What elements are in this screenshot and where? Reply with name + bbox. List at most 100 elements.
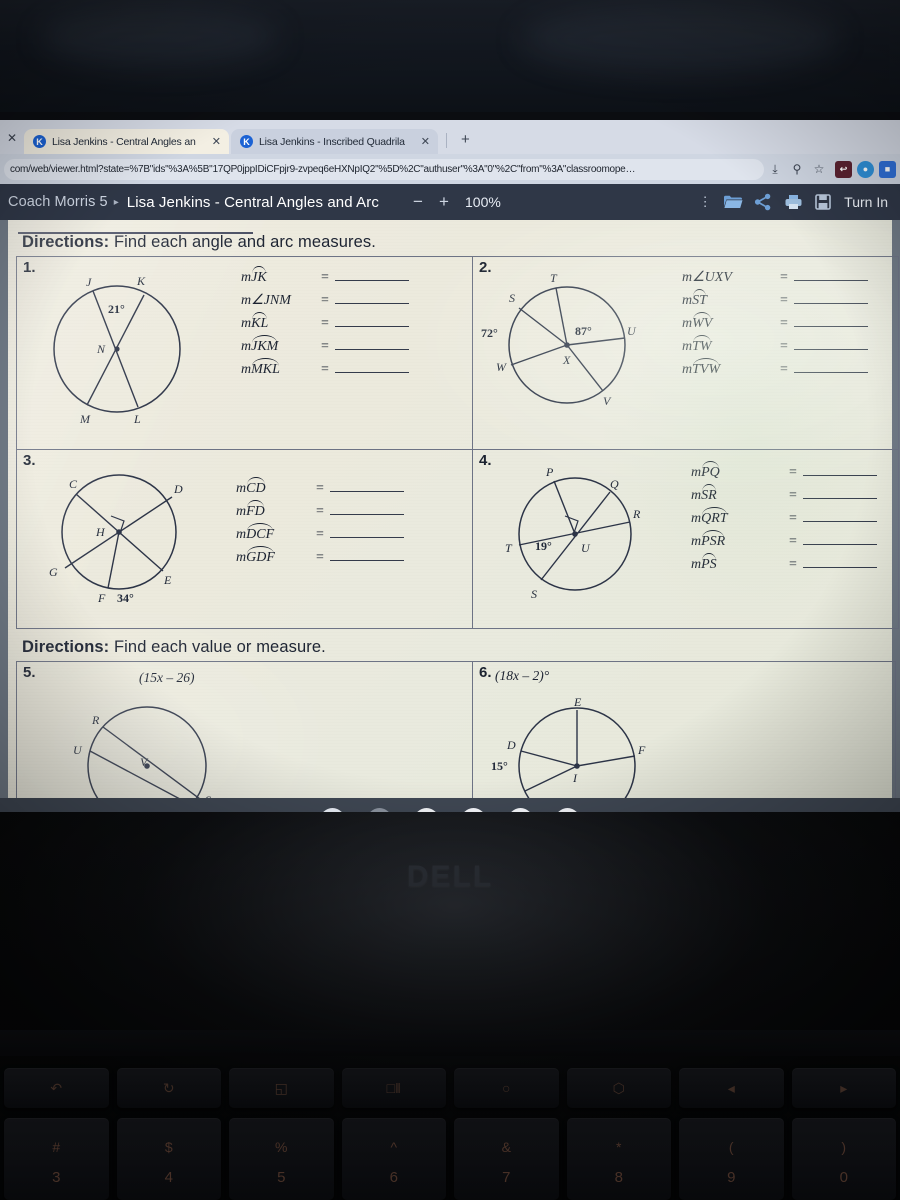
kami-favicon-1: K: [33, 135, 46, 148]
answer-row[interactable]: m WV =: [682, 312, 898, 332]
answer-row[interactable]: m PS =: [691, 553, 898, 573]
key-4[interactable]: $4: [116, 1118, 221, 1200]
answer-row[interactable]: m KL =: [241, 312, 472, 332]
key-7[interactable]: & 7: [454, 1118, 559, 1200]
problem-1-cell[interactable]: 1. J K N M L 21° m JK = m∠JNM = m KL = m…: [16, 256, 473, 450]
key-3[interactable]: #3: [4, 1118, 109, 1200]
answer-label-prefix: m: [241, 316, 252, 331]
problem-5-cell[interactable]: 5. (15x – 26) R U V: [16, 661, 473, 798]
key-back[interactable]: ↶: [4, 1068, 109, 1108]
answer-row[interactable]: m FD =: [236, 500, 472, 520]
save-icon[interactable]: [808, 190, 838, 214]
new-tab-button[interactable]: +: [449, 131, 470, 154]
answer-blank[interactable]: [335, 359, 409, 373]
answer-row[interactable]: m DCF =: [236, 523, 472, 543]
download-icon[interactable]: ⤓: [764, 162, 786, 177]
answer-blank[interactable]: [803, 508, 877, 522]
browser-tab-1[interactable]: K Lisa Jenkins - Central Angles an ✕: [24, 129, 229, 154]
problem-3-answers: m CD = m FD = m DCF = m GDF =: [210, 450, 472, 628]
close-icon-tab-1[interactable]: ✕: [212, 135, 221, 148]
problem-4-cell[interactable]: 4. P Q R S T U 19° m PQ = m SR = m QRT =…: [472, 449, 899, 629]
key-6[interactable]: ^ 6: [341, 1118, 446, 1200]
zoom-out-button[interactable]: −: [405, 192, 431, 212]
answer-blank[interactable]: [335, 267, 409, 281]
answer-row[interactable]: m GDF =: [236, 546, 472, 566]
key-brightness-up[interactable]: ⬡: [566, 1068, 671, 1108]
answer-blank[interactable]: [803, 554, 877, 568]
extension-icon-2[interactable]: ●: [857, 160, 874, 178]
chrome-icon[interactable]: ●: [414, 807, 439, 812]
answer-row[interactable]: m∠JNM =: [241, 290, 472, 309]
zoom-icon[interactable]: ⚲: [786, 162, 808, 176]
answer-blank[interactable]: [335, 336, 409, 350]
answer-row[interactable]: m TW =: [682, 335, 898, 355]
answer-blank[interactable]: [330, 501, 404, 515]
key-volume-down[interactable]: ◂: [679, 1068, 784, 1108]
answer-blank[interactable]: [335, 313, 409, 327]
answer-blank[interactable]: [794, 290, 868, 304]
answer-blank[interactable]: [794, 313, 868, 327]
dell-logo: DELL: [406, 860, 494, 893]
browser-tab-2[interactable]: K Lisa Jenkins - Inscribed Quadrila ✕: [231, 129, 438, 154]
equals-sign: =: [789, 557, 797, 572]
docs-icon[interactable]: ▤: [461, 807, 486, 812]
print-icon[interactable]: [778, 190, 808, 214]
problem-6-cell[interactable]: 6. (18x – 2)° E F D I 15°: [472, 661, 896, 798]
pdf-viewer-area[interactable]: Directions: Find each angle and arc meas…: [0, 220, 900, 798]
key-reload[interactable]: ↻: [116, 1068, 221, 1108]
answer-row[interactable]: m TVW =: [682, 358, 898, 378]
keyboard-number-row: #3 $4 % 5 ^ 6 & 7 * 8 (9 ) 0: [0, 1118, 900, 1200]
launcher-icon[interactable]: ◯: [320, 807, 345, 812]
key-8[interactable]: * 8: [566, 1118, 671, 1200]
key-fullscreen[interactable]: ◱: [229, 1068, 334, 1108]
breadcrumb-class[interactable]: Coach Morris 5: [8, 194, 108, 210]
zoom-in-button[interactable]: +: [431, 192, 457, 212]
answer-label-prefix: m: [691, 488, 702, 503]
bookmark-star-icon[interactable]: ☆: [808, 162, 830, 176]
problem-2-cell[interactable]: 2. T S U V W X 72° 87° m∠UXV = m ST = m …: [472, 256, 899, 450]
key-5[interactable]: % 5: [229, 1118, 334, 1200]
answer-blank[interactable]: [794, 359, 868, 373]
extension-icon-3[interactable]: ■: [879, 160, 896, 178]
answer-row[interactable]: m SR =: [691, 484, 898, 504]
answer-row[interactable]: m MKL =: [241, 358, 472, 378]
display-app-icon[interactable]: ▣: [555, 807, 580, 812]
answer-blank[interactable]: [803, 485, 877, 499]
svg-text:F: F: [97, 591, 106, 605]
answer-blank[interactable]: [794, 267, 868, 281]
brainly-app-icon[interactable]: B: [367, 807, 392, 812]
close-icon-tab-2[interactable]: ✕: [421, 135, 430, 148]
directions-2: Directions: Find each value or measure.: [8, 635, 892, 661]
share-icon[interactable]: [748, 190, 778, 214]
answer-row[interactable]: m JKM =: [241, 335, 472, 355]
key-overview[interactable]: □‖: [341, 1068, 446, 1108]
key-volume-up[interactable]: ▸: [791, 1068, 896, 1108]
answer-row[interactable]: m PSR =: [691, 530, 898, 550]
folder-icon[interactable]: [718, 190, 748, 214]
answer-row[interactable]: m JK =: [241, 266, 472, 286]
answer-blank[interactable]: [803, 531, 877, 545]
answer-blank[interactable]: [330, 547, 404, 561]
offscreen-tab-close-icon[interactable]: ✕: [0, 131, 24, 154]
svg-text:X: X: [562, 353, 571, 367]
answer-row[interactable]: m CD =: [236, 477, 472, 497]
answer-blank[interactable]: [330, 478, 404, 492]
key-9[interactable]: (9: [679, 1118, 784, 1200]
answer-row[interactable]: m ST =: [682, 289, 898, 309]
answer-blank[interactable]: [803, 462, 877, 476]
answer-row[interactable]: m∠UXV =: [682, 267, 898, 286]
turn-in-button[interactable]: Turn In: [838, 194, 892, 210]
problem-3-cell[interactable]: 3. C D E F G H 34° m CD = m FD = m DCF =…: [16, 449, 473, 629]
answer-row[interactable]: m QRT =: [691, 507, 898, 527]
extension-icon-1[interactable]: ↩: [835, 160, 852, 178]
answer-blank[interactable]: [330, 524, 404, 538]
answer-blank[interactable]: [794, 336, 868, 350]
key-brightness-down[interactable]: ○: [454, 1068, 559, 1108]
equals-sign: =: [789, 534, 797, 549]
address-bar[interactable]: com/web/viewer.html?state=%7B"ids"%3A%5B…: [4, 158, 764, 180]
more-options-icon[interactable]: ⋮: [692, 194, 718, 210]
key-0[interactable]: ) 0: [791, 1118, 896, 1200]
answer-row[interactable]: m PQ =: [691, 461, 898, 481]
play-store-icon[interactable]: ▶: [508, 807, 533, 812]
answer-blank[interactable]: [335, 290, 409, 304]
